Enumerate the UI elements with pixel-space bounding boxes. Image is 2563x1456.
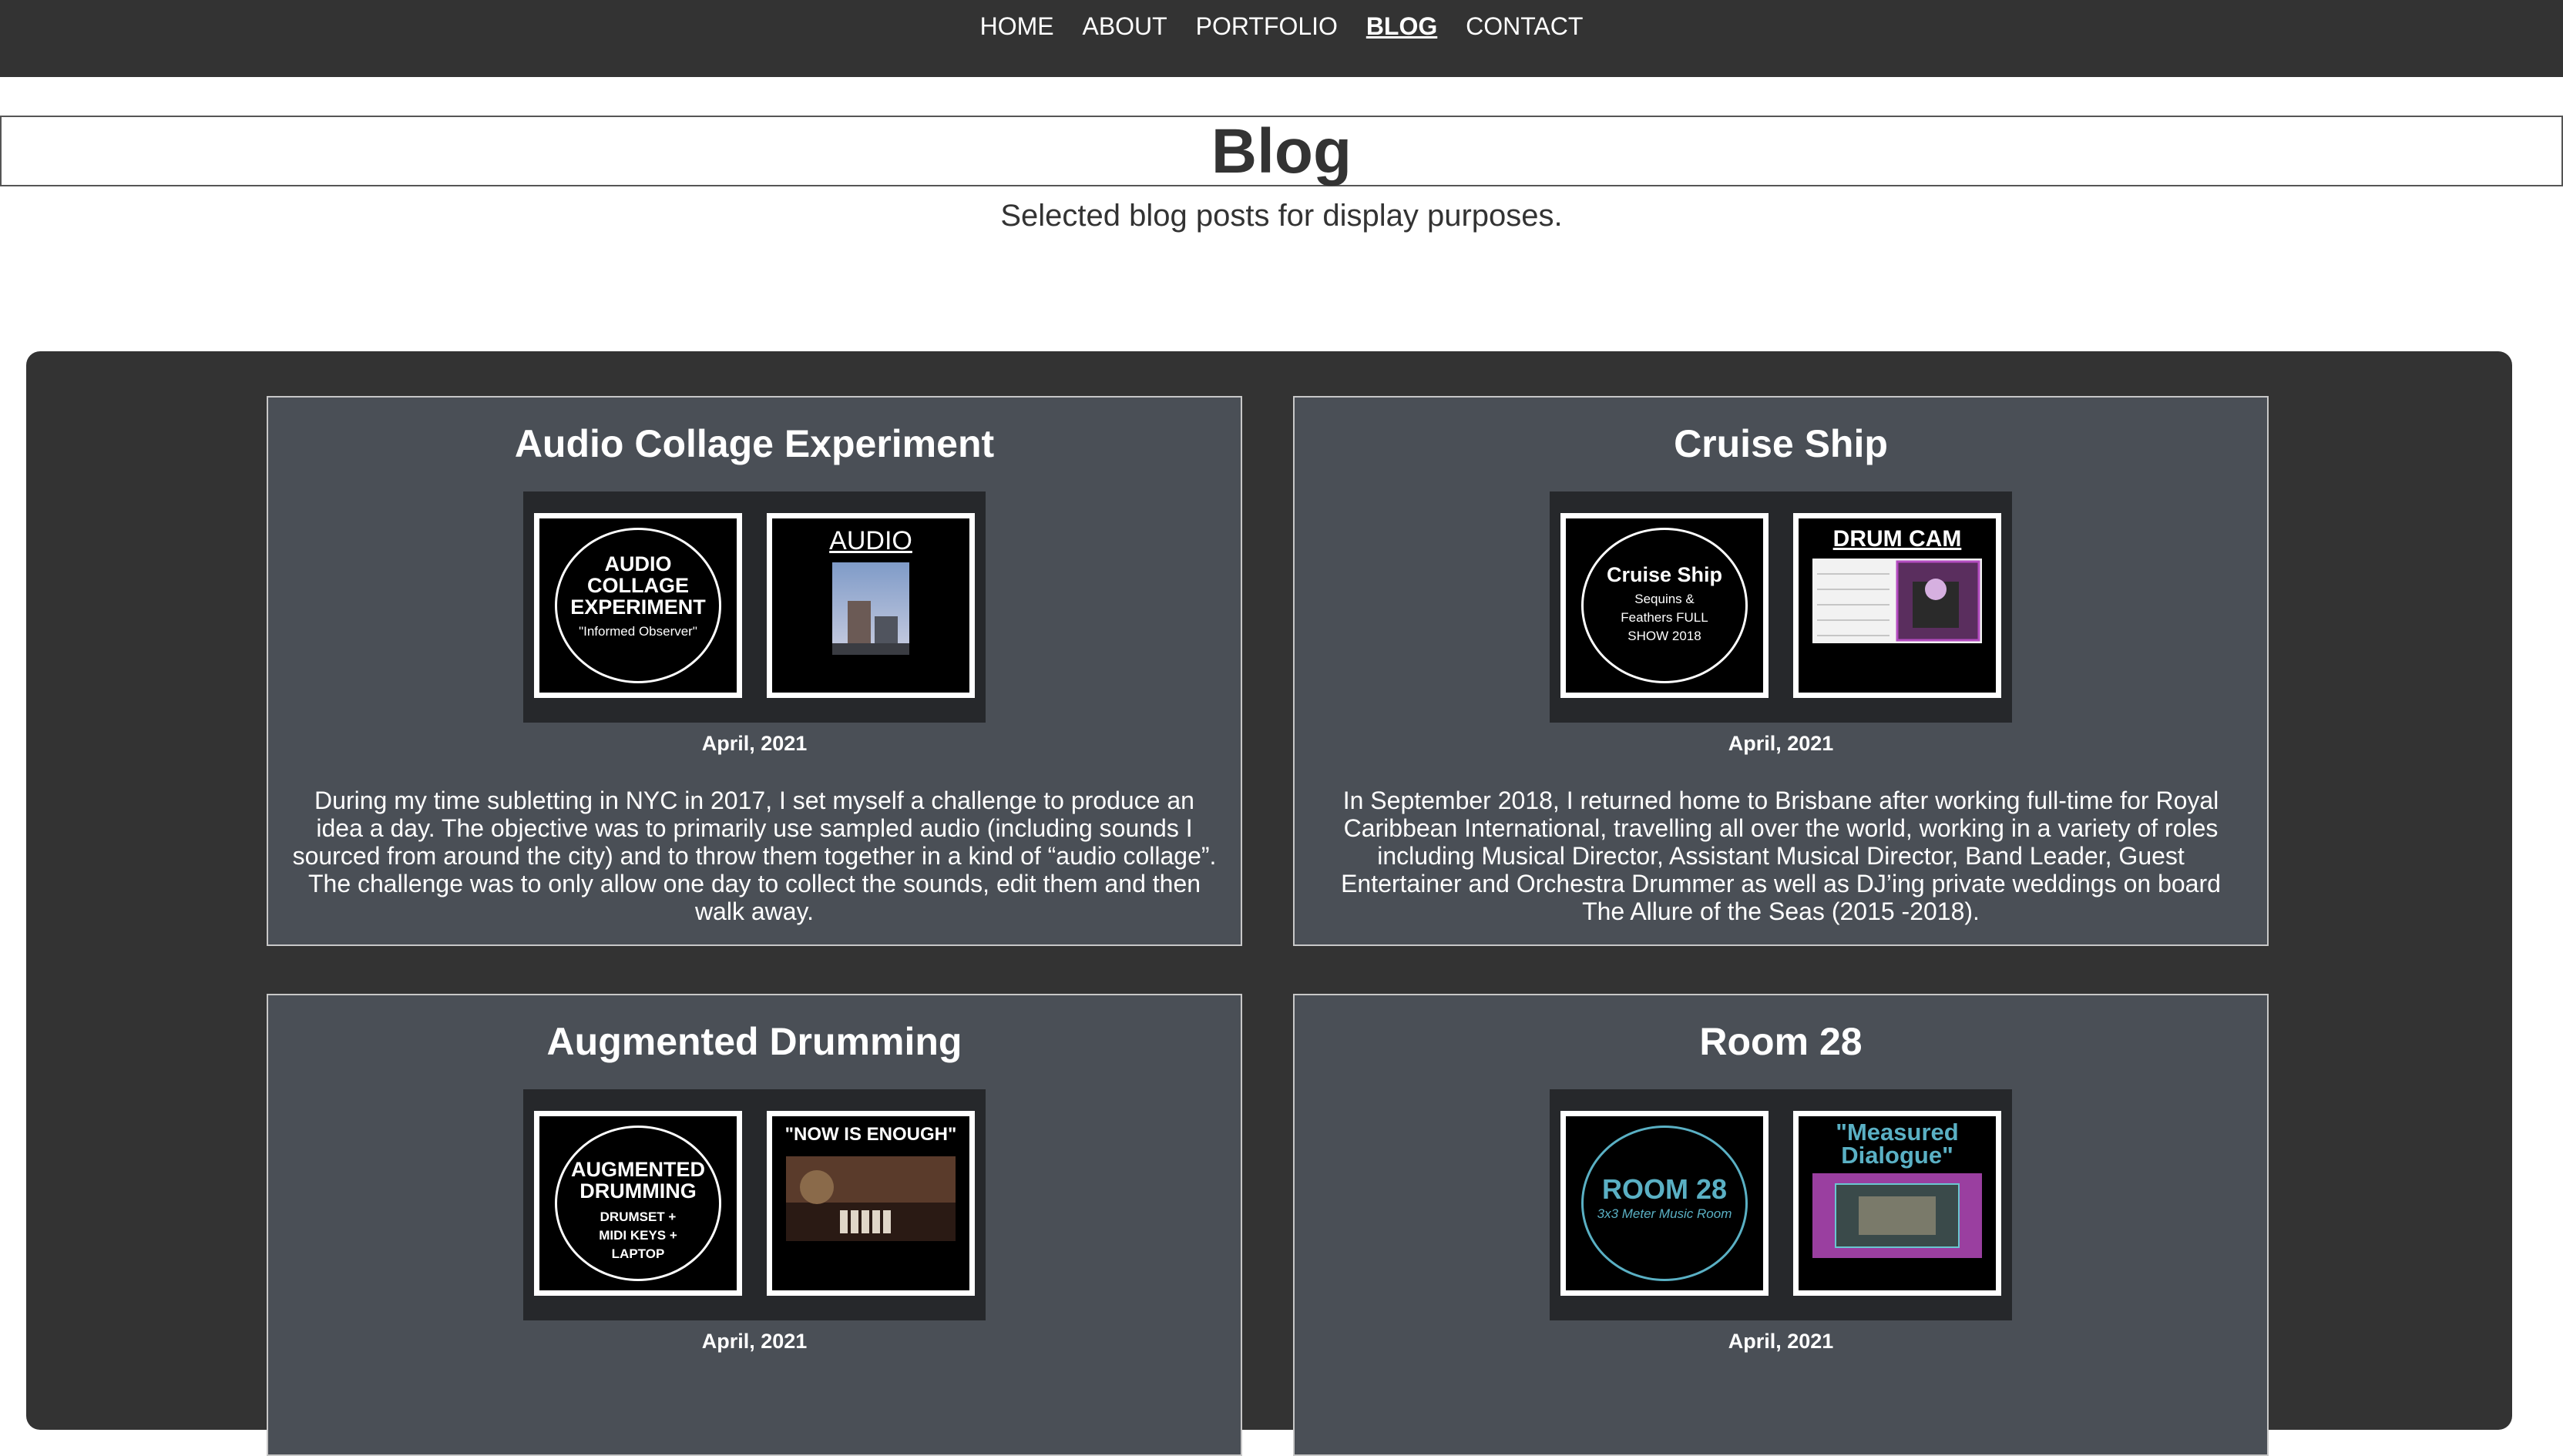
top-navigation: HOME ABOUT PORTFOLIO BLOG CONTACT xyxy=(0,0,2563,77)
post-description: In September 2018, I returned home to Br… xyxy=(1341,787,2221,925)
thumbnail-title-tile: AUGMENTED DRUMMING DRUMSET + MIDI KEYS +… xyxy=(534,1111,742,1296)
badge-subtitle: DRUMSET + MIDI KEYS + LAPTOP xyxy=(599,1209,677,1261)
drum-cam-image xyxy=(1812,559,1982,643)
tile-heading: "NOW IS ENOUGH" xyxy=(784,1124,957,1145)
badge-line: AUGMENTED xyxy=(571,1158,705,1181)
badge-line: DRUMMING xyxy=(579,1179,697,1203)
blog-post-card[interactable]: Cruise Ship Cruise Ship Sequins & Feathe… xyxy=(1293,396,2269,946)
post-title[interactable]: Cruise Ship xyxy=(1295,421,2267,467)
nav-blog[interactable]: BLOG xyxy=(1366,12,1437,41)
badge-subtitle: 3x3 Meter Music Room xyxy=(1597,1206,1732,1221)
post-thumbnail[interactable]: Cruise Ship Sequins & Feathers FULL SHOW… xyxy=(1550,491,2012,723)
thumbnail-image-tile: "NOW IS ENOUGH" xyxy=(767,1111,975,1296)
blog-post-card[interactable]: Augmented Drumming AUGMENTED DRUMMING DR… xyxy=(267,994,1242,1456)
badge-line: COLLAGE xyxy=(587,574,689,597)
room-photo-image xyxy=(1812,1173,1982,1258)
post-date: April, 2021 xyxy=(701,732,808,755)
post-description: During my time subletting in NYC in 2017… xyxy=(292,787,1217,925)
tile-heading: DRUM CAM xyxy=(1832,526,1962,552)
post-title[interactable]: Augmented Drumming xyxy=(268,1018,1241,1065)
blog-post-card[interactable]: Room 28 ROOM 28 3x3 Meter Music Room "Me… xyxy=(1293,994,2269,1456)
post-date: April, 2021 xyxy=(701,1330,808,1353)
page-title: Blog xyxy=(1211,116,1352,186)
badge-subtitle: Sequins & Feathers FULL SHOW 2018 xyxy=(1621,592,1708,643)
badge-line: AUDIO xyxy=(604,552,672,575)
city-photo-image xyxy=(832,562,909,655)
page-subtitle: Selected blog posts for display purposes… xyxy=(1000,199,1563,233)
post-thumbnail[interactable]: AUGMENTED DRUMMING DRUMSET + MIDI KEYS +… xyxy=(523,1089,986,1320)
post-thumbnail[interactable]: AUDIO COLLAGE EXPERIMENT "Informed Obser… xyxy=(523,491,986,723)
nav-menu: HOME ABOUT PORTFOLIO BLOG CONTACT xyxy=(0,12,2563,41)
thumbnail-title-tile: Cruise Ship Sequins & Feathers FULL SHOW… xyxy=(1560,513,1769,698)
circle-badge: AUDIO COLLAGE EXPERIMENT "Informed Obser… xyxy=(555,528,721,683)
page-title-box: Blog xyxy=(0,116,2563,186)
nav-portfolio[interactable]: PORTFOLIO xyxy=(1196,12,1338,41)
nav-contact[interactable]: CONTACT xyxy=(1466,12,1583,41)
badge-line: Cruise Ship xyxy=(1606,563,1723,586)
blog-posts-panel: Audio Collage Experiment AUDIO COLLAGE E… xyxy=(26,351,2512,1456)
thumbnail-title-tile: AUDIO COLLAGE EXPERIMENT "Informed Obser… xyxy=(534,513,742,698)
post-title[interactable]: Room 28 xyxy=(1295,1018,2267,1065)
nav-about[interactable]: ABOUT xyxy=(1082,12,1167,41)
blog-post-card[interactable]: Audio Collage Experiment AUDIO COLLAGE E… xyxy=(267,396,1242,946)
tile-heading: "Measured Dialogue" xyxy=(1836,1119,1959,1169)
post-title[interactable]: Audio Collage Experiment xyxy=(268,421,1241,467)
thumbnail-title-tile: ROOM 28 3x3 Meter Music Room xyxy=(1560,1111,1769,1296)
post-date: April, 2021 xyxy=(1728,732,1834,755)
badge-line: EXPERIMENT xyxy=(570,595,706,619)
thumbnail-image-tile: AUDIO xyxy=(767,513,975,698)
circle-badge: AUGMENTED DRUMMING DRUMSET + MIDI KEYS +… xyxy=(555,1126,721,1281)
badge-subtitle: "Informed Observer" xyxy=(579,624,697,639)
badge-line: ROOM 28 xyxy=(1601,1173,1728,1205)
thumbnail-image-tile: DRUM CAM xyxy=(1793,513,2001,698)
post-date: April, 2021 xyxy=(1728,1330,1834,1353)
nav-home[interactable]: HOME xyxy=(980,12,1054,41)
tile-heading: AUDIO xyxy=(829,526,912,555)
studio-photo-image xyxy=(786,1156,956,1241)
post-thumbnail[interactable]: ROOM 28 3x3 Meter Music Room "Measured D… xyxy=(1550,1089,2012,1320)
circle-badge: ROOM 28 3x3 Meter Music Room xyxy=(1581,1126,1748,1281)
circle-badge: Cruise Ship Sequins & Feathers FULL SHOW… xyxy=(1581,528,1748,683)
thumbnail-image-tile: "Measured Dialogue" xyxy=(1793,1111,2001,1296)
